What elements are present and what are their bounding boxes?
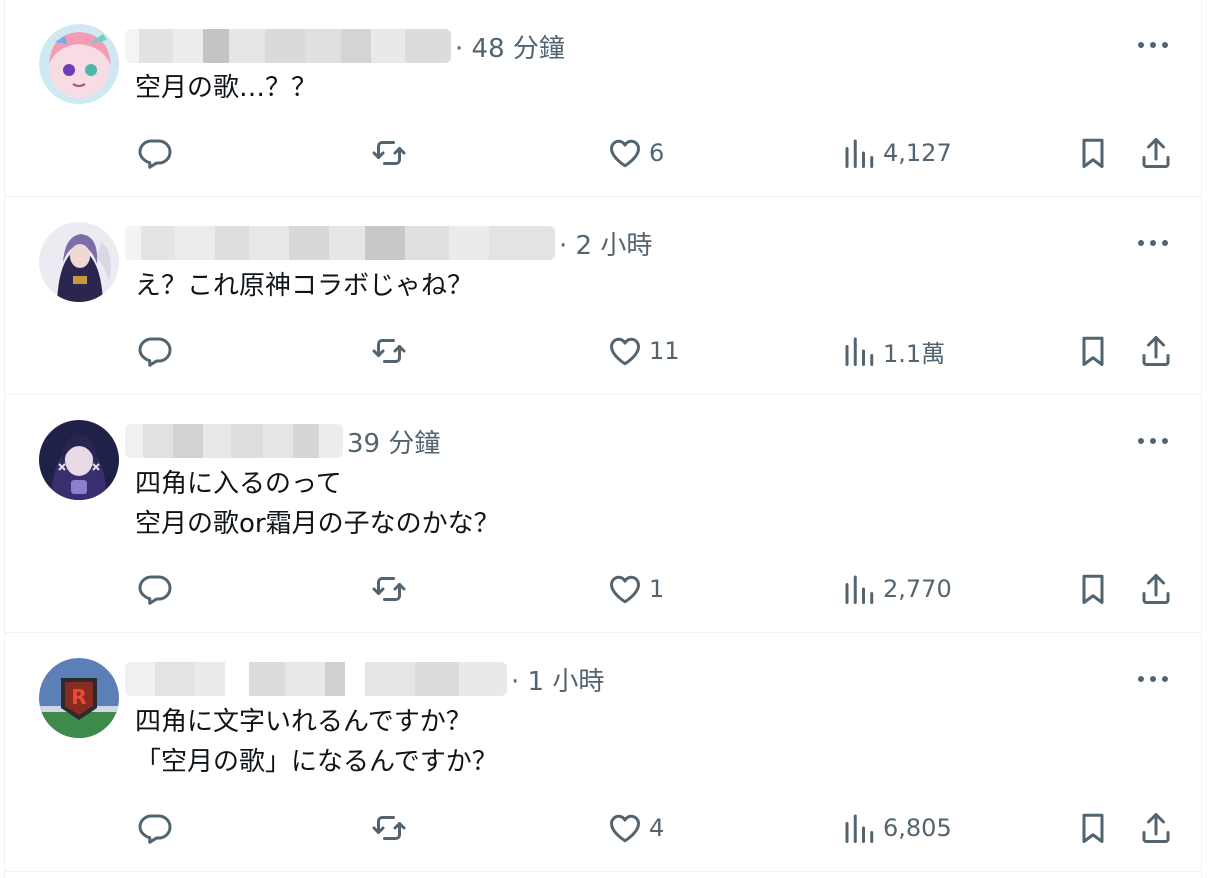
like-button[interactable]: 1 — [607, 569, 664, 609]
reply-post[interactable]: R · 1 小時 四角に文字いれるんですか？ 「空月の歌」になるんですか？ 4 … — [5, 633, 1201, 872]
upload-share-icon — [1142, 574, 1170, 604]
heart-outline-icon — [610, 814, 640, 843]
blurred-author-name[interactable] — [125, 226, 555, 260]
speech-bubble-icon — [138, 139, 172, 169]
avatar[interactable]: R — [39, 658, 119, 738]
reply-post[interactable]: 39 分鐘 四角に入るのって 空月の歌or霜月の子なのかな？ 1 2,770 — [5, 395, 1201, 633]
speech-bubble-icon — [138, 814, 172, 844]
bookmark-button[interactable] — [1075, 569, 1111, 609]
reply-post[interactable]: · 2 小時 え？これ原神コラボじゃね？ 11 1.1萬 — [5, 197, 1201, 395]
repost-arrows-icon — [372, 339, 406, 363]
reply-button[interactable] — [137, 569, 173, 609]
view-count: 4,127 — [883, 139, 952, 167]
more-options-button[interactable] — [1135, 30, 1171, 60]
view-count: 6,805 — [883, 814, 952, 842]
heart-outline-icon — [610, 139, 640, 168]
like-count: 1 — [649, 575, 665, 603]
post-text: 空月の歌…？？ — [135, 73, 318, 103]
bookmark-icon — [1082, 574, 1104, 604]
ellipsis-icon — [1138, 240, 1168, 246]
reply-button[interactable] — [137, 331, 173, 371]
like-button[interactable]: 11 — [607, 331, 680, 371]
speech-bubble-icon — [138, 337, 172, 367]
ellipsis-icon — [1138, 438, 1168, 444]
blurred-author-name[interactable] — [125, 662, 507, 696]
speech-bubble-icon — [138, 575, 172, 605]
repost-arrows-icon — [372, 816, 406, 840]
share-button[interactable] — [1138, 133, 1174, 173]
repost-arrows-icon — [372, 141, 406, 165]
post-timestamp[interactable]: · 2 小時 — [559, 225, 652, 262]
more-options-button[interactable] — [1135, 664, 1171, 694]
repost-button[interactable] — [371, 808, 407, 848]
bookmark-icon — [1082, 336, 1104, 366]
like-count: 6 — [649, 139, 665, 167]
post-timestamp[interactable]: · 1 小時 — [511, 661, 604, 698]
views-button[interactable]: 4,127 — [841, 133, 952, 173]
heart-outline-icon — [610, 575, 640, 604]
avatar[interactable] — [39, 420, 119, 500]
upload-share-icon — [1142, 336, 1170, 366]
bookmark-icon — [1082, 813, 1104, 843]
views-button[interactable]: 1.1萬 — [841, 331, 945, 371]
ellipsis-icon — [1138, 676, 1168, 682]
blurred-author-name[interactable] — [125, 424, 343, 458]
repost-button[interactable] — [371, 133, 407, 173]
avatar[interactable] — [39, 24, 119, 104]
views-button[interactable]: 2,770 — [841, 569, 952, 609]
bookmark-button[interactable] — [1075, 133, 1111, 173]
post-text: 四角に入るのって 空月の歌or霜月の子なのかな？ — [135, 469, 500, 539]
reply-button[interactable] — [137, 808, 173, 848]
post-timestamp[interactable]: · 48 分鐘 — [455, 28, 565, 65]
blurred-author-name[interactable] — [125, 29, 451, 63]
repost-button[interactable] — [371, 569, 407, 609]
view-count: 2,770 — [883, 575, 952, 603]
bookmark-icon — [1082, 138, 1104, 168]
share-button[interactable] — [1138, 569, 1174, 609]
more-options-button[interactable] — [1135, 228, 1171, 258]
share-button[interactable] — [1138, 331, 1174, 371]
post-text: え？これ原神コラボじゃね？ — [135, 271, 474, 301]
like-count: 4 — [649, 814, 665, 842]
reply-button[interactable] — [137, 133, 173, 173]
bookmark-button[interactable] — [1075, 331, 1111, 371]
ellipsis-icon — [1138, 42, 1168, 48]
repost-button[interactable] — [371, 331, 407, 371]
repost-arrows-icon — [372, 577, 406, 601]
bar-chart-icon — [845, 337, 874, 366]
bar-chart-icon — [845, 814, 874, 843]
like-button[interactable]: 6 — [607, 133, 664, 173]
svg-text:R: R — [71, 685, 86, 709]
upload-share-icon — [1142, 813, 1170, 843]
view-count: 1.1萬 — [883, 339, 946, 368]
post-text: 四角に文字いれるんですか？ 「空月の歌」になるんですか？ — [135, 707, 498, 777]
bookmark-button[interactable] — [1075, 808, 1111, 848]
reply-post[interactable]: · 48 分鐘 空月の歌…？？ 6 4,127 — [5, 0, 1201, 197]
reply-thread: · 48 分鐘 空月の歌…？？ 6 4,127 · 2 小時 え？これ原神コラボ… — [4, 0, 1202, 878]
upload-share-icon — [1142, 138, 1170, 168]
bar-chart-icon — [845, 575, 874, 604]
post-timestamp[interactable]: 39 分鐘 — [347, 423, 440, 460]
like-count: 11 — [649, 337, 680, 365]
like-button[interactable]: 4 — [607, 808, 664, 848]
heart-outline-icon — [610, 337, 640, 366]
more-options-button[interactable] — [1135, 426, 1171, 456]
avatar[interactable] — [39, 222, 119, 302]
views-button[interactable]: 6,805 — [841, 808, 952, 848]
bar-chart-icon — [845, 139, 874, 168]
share-button[interactable] — [1138, 808, 1174, 848]
